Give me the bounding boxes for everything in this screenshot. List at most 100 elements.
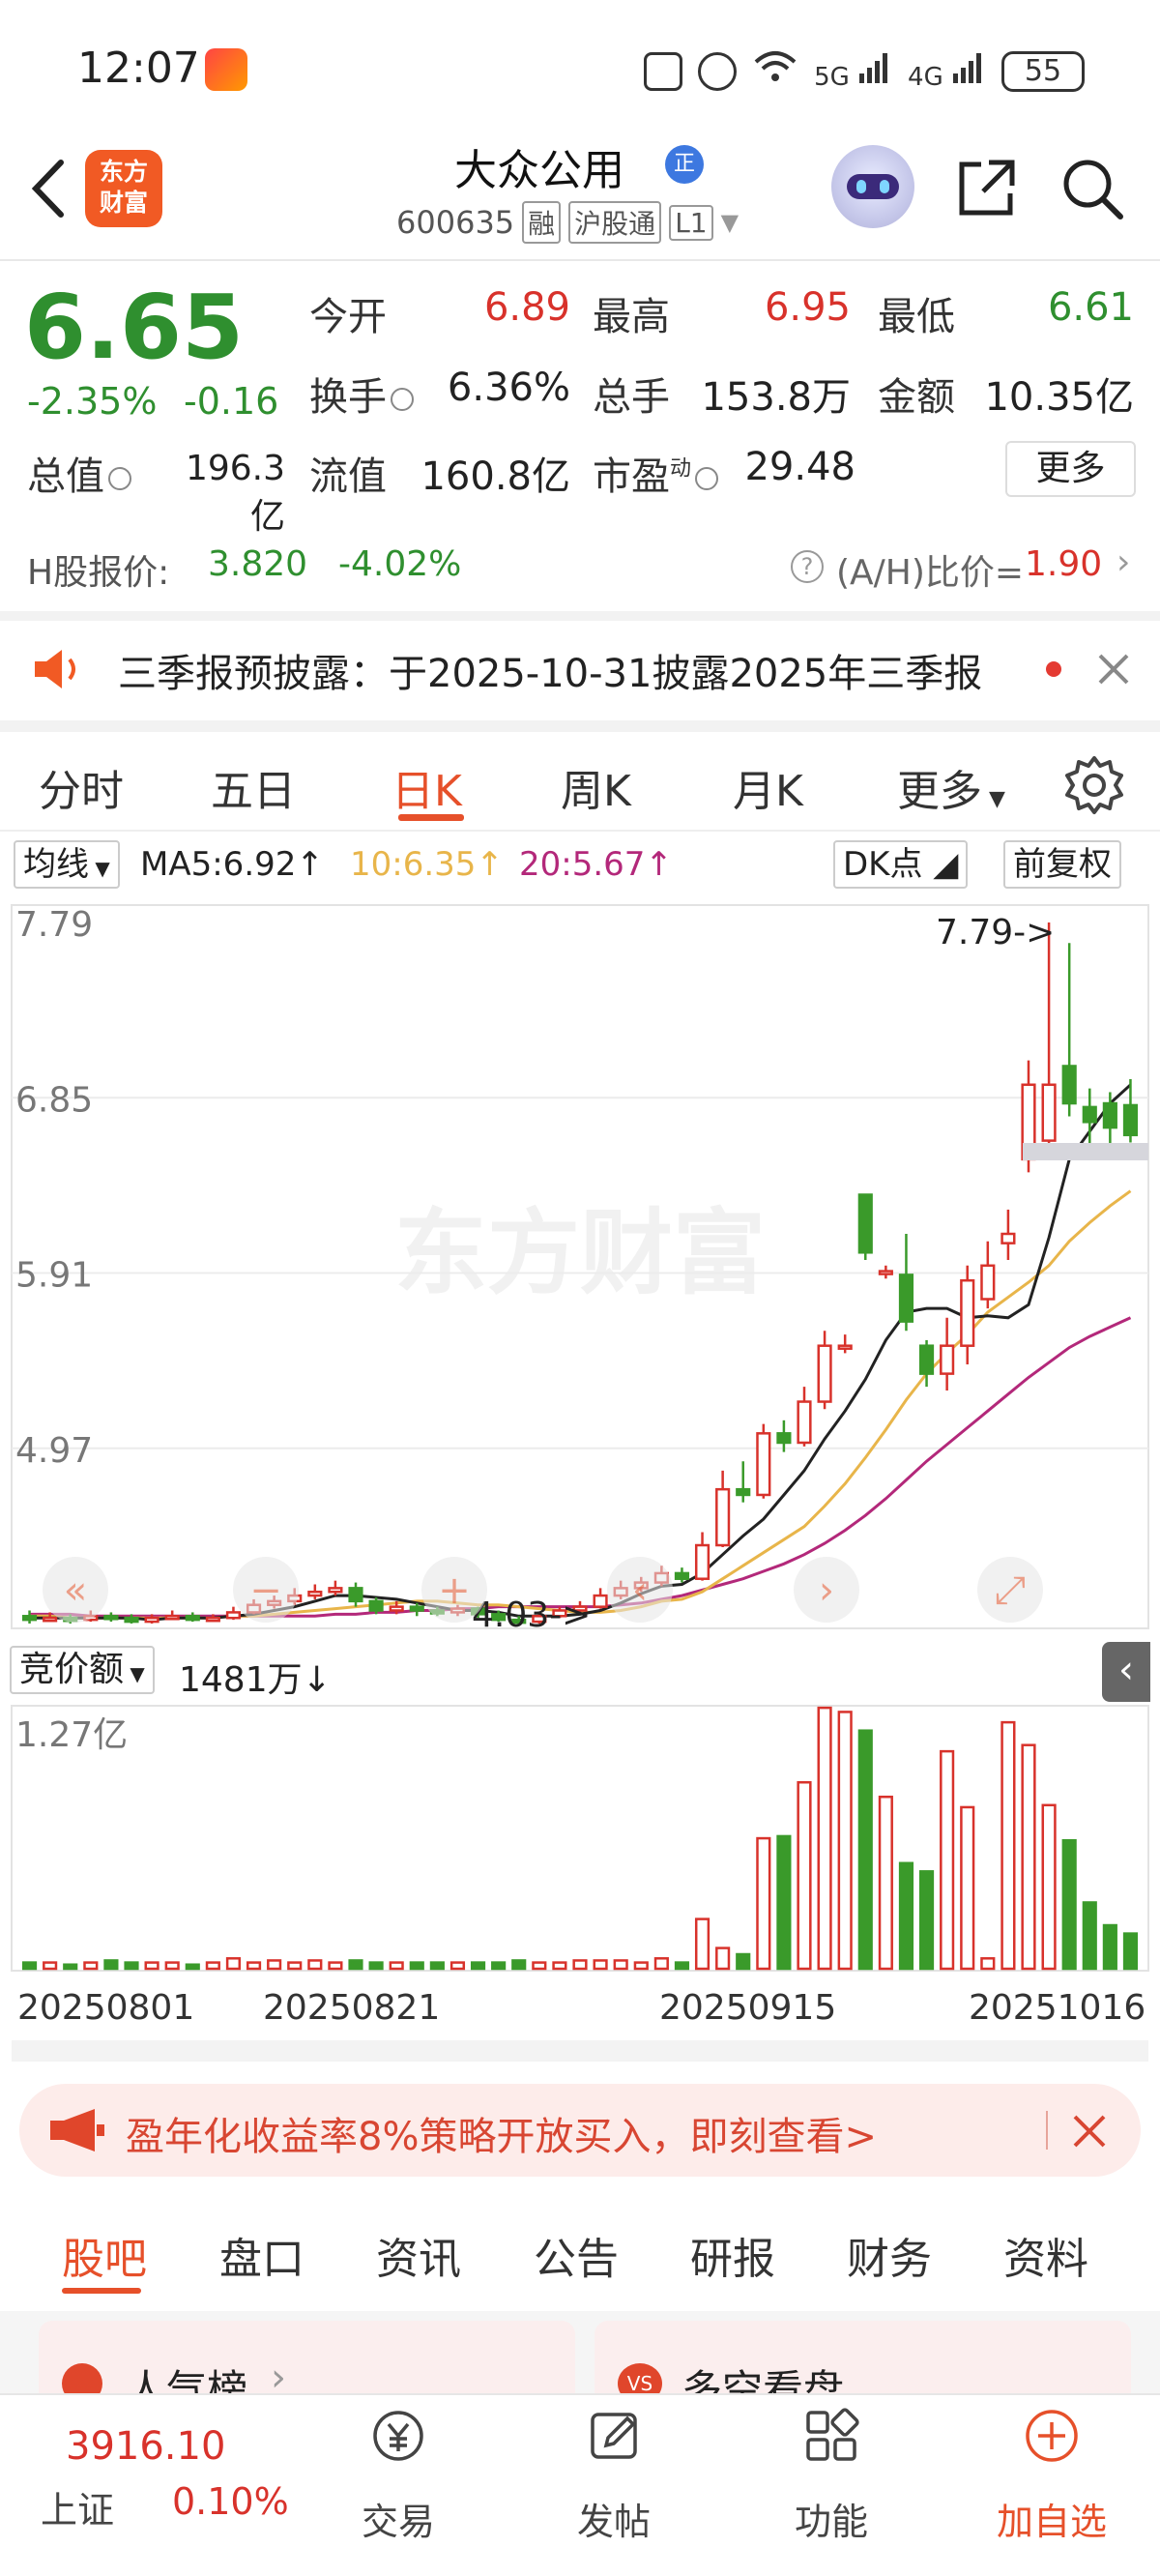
pe-superscript: 动 bbox=[670, 456, 692, 482]
notice-bar[interactable]: 三季报预披露：于2025-10-31披露2025年三季报 bbox=[0, 621, 1160, 717]
nav-add-watchlist[interactable]: 加自选 bbox=[955, 2395, 1148, 2576]
tab-five-day[interactable]: 五日 bbox=[211, 756, 296, 818]
volume-bar bbox=[980, 1957, 996, 1971]
volume-bar bbox=[511, 1959, 527, 1971]
info-icon[interactable] bbox=[108, 467, 131, 490]
adjust-mode-button[interactable]: 前复权 bbox=[1003, 840, 1121, 889]
scroll-right-icon[interactable]: › bbox=[794, 1557, 859, 1623]
tab-weekly-k[interactable]: 周K bbox=[561, 756, 631, 818]
min-price-annotation: 4.03-> bbox=[472, 1595, 591, 1635]
tab-announcements[interactable]: 公告 bbox=[534, 2224, 619, 2286]
x-tick-label: 20251016 bbox=[969, 1988, 1146, 2028]
ma-indicator-select[interactable]: 均线 ▼ bbox=[14, 840, 120, 889]
candle bbox=[837, 1334, 853, 1354]
turnover-label: 换手 bbox=[309, 366, 418, 422]
tab-news[interactable]: 资讯 bbox=[376, 2224, 461, 2286]
back-arrow-icon[interactable] bbox=[24, 155, 72, 222]
close-icon[interactable] bbox=[1094, 650, 1133, 688]
candle-body bbox=[878, 1270, 893, 1275]
share-icon[interactable] bbox=[952, 155, 1020, 222]
candle bbox=[1061, 943, 1077, 1117]
tab-intraday[interactable]: 分时 bbox=[39, 756, 124, 818]
low-label: 最低 bbox=[878, 295, 955, 339]
scroll-left-icon[interactable]: ‹ bbox=[607, 1557, 673, 1623]
dropdown-caret-icon[interactable]: ▼ bbox=[721, 209, 739, 236]
market-index-widget[interactable]: 3916.10 上证 0.10% bbox=[0, 2395, 319, 2576]
candle-body bbox=[205, 1616, 220, 1623]
candle bbox=[674, 1567, 690, 1583]
scroll-start-icon[interactable]: « bbox=[43, 1557, 108, 1623]
period-tabs: 分时 五日 日K 周K 月K 更多 ▼ bbox=[0, 735, 1160, 832]
collapse-panel-button[interactable]: ‹ bbox=[1102, 1642, 1150, 1702]
candle-body bbox=[593, 1594, 608, 1608]
volume-chart[interactable]: 1.27亿 bbox=[0, 1702, 1160, 1982]
tab-forum[interactable]: 股吧 bbox=[62, 2224, 147, 2286]
ah-ratio-value: 1.90 bbox=[1025, 544, 1103, 584]
tab-daily-k[interactable]: 日K bbox=[392, 756, 462, 818]
volume-bar bbox=[246, 1961, 262, 1971]
mktcap-label-text: 总值 bbox=[27, 454, 104, 499]
tab-research[interactable]: 研报 bbox=[690, 2224, 775, 2286]
nfc-icon bbox=[644, 51, 683, 91]
edit-pencil-icon bbox=[591, 2413, 637, 2459]
tab-monthly-k[interactable]: 月K bbox=[733, 756, 803, 818]
candle-body bbox=[1122, 1103, 1139, 1137]
help-icon[interactable]: ? bbox=[791, 550, 824, 583]
info-icon[interactable] bbox=[391, 388, 414, 411]
ai-assistant-icon[interactable] bbox=[831, 145, 914, 228]
hshare-row[interactable]: H股报价: 3.820 -4.02% ? (A/H)比价= 1.90 › bbox=[0, 537, 1160, 595]
volume-bar bbox=[613, 1959, 628, 1971]
close-icon[interactable] bbox=[1056, 2097, 1123, 2165]
signal-4g-icon: 4G bbox=[908, 50, 986, 92]
nav-post[interactable]: 发帖 bbox=[517, 2395, 710, 2576]
candle-body bbox=[694, 1543, 710, 1580]
volume-bar bbox=[918, 1870, 935, 1971]
candle bbox=[348, 1582, 363, 1607]
tab-more[interactable]: 更多 ▼ bbox=[897, 756, 1005, 818]
chart-scroll-track[interactable] bbox=[12, 2040, 1148, 2062]
volume-bar bbox=[1102, 1923, 1117, 1971]
zoom-out-icon[interactable]: − bbox=[233, 1557, 299, 1623]
tab-order-book[interactable]: 盘口 bbox=[219, 2224, 304, 2286]
nav-trade[interactable]: 交易 bbox=[302, 2395, 495, 2576]
amount-label: 金额 bbox=[878, 375, 955, 420]
stock-code: 600635 bbox=[396, 204, 515, 241]
alarm-icon bbox=[698, 51, 738, 91]
candle-body bbox=[1000, 1232, 1016, 1244]
float-label: 流值 bbox=[309, 454, 387, 499]
candle-body bbox=[837, 1344, 853, 1350]
ma10-value: 10:6.35↑ bbox=[350, 845, 504, 884]
zoom-in-icon[interactable]: + bbox=[421, 1557, 487, 1623]
kline-chart[interactable]: 东方财富 7.79 6.85 5.91 4.97 7.79-> 4.03-> « − + ‹ › ⤢ bbox=[0, 893, 1160, 1640]
active-tab-indicator bbox=[398, 814, 464, 821]
change-percent: -2.35% bbox=[27, 380, 158, 423]
status-time: 12:07 bbox=[77, 44, 200, 93]
fullscreen-icon[interactable]: ⤢ bbox=[977, 1557, 1043, 1623]
candle bbox=[593, 1588, 608, 1609]
ma-indicator-label: 均线 bbox=[23, 845, 89, 884]
hshare-change: -4.02% bbox=[338, 544, 462, 584]
promo-banner[interactable]: 盈年化收益率8%策略开放买入，即刻查看> bbox=[19, 2084, 1141, 2177]
settings-gear-icon[interactable] bbox=[1063, 754, 1125, 816]
candle-body bbox=[918, 1344, 935, 1375]
header-divider bbox=[0, 259, 1160, 261]
tab-financials[interactable]: 财务 bbox=[847, 2224, 932, 2286]
candle bbox=[1041, 922, 1057, 1155]
volume-bar bbox=[674, 1961, 690, 1971]
volume-bar bbox=[103, 1959, 119, 1971]
more-button[interactable]: 更多 bbox=[1005, 441, 1136, 497]
dk-point-button[interactable]: DK点 ◢ bbox=[833, 840, 969, 889]
search-icon[interactable] bbox=[1058, 155, 1126, 222]
volume-indicator-select[interactable]: 竞价额 ▼ bbox=[10, 1646, 155, 1694]
x-tick-label: 20250915 bbox=[659, 1988, 837, 2028]
feature-cards: 人气榜 › VS 多空看盘 bbox=[0, 2311, 1160, 2414]
volume-bar bbox=[1021, 1743, 1036, 1971]
index-value: 3916.10 bbox=[66, 2424, 226, 2469]
app-logo: 东方 财富 bbox=[85, 150, 162, 227]
info-icon[interactable] bbox=[695, 467, 719, 490]
hshare-label: H股报价: bbox=[27, 553, 170, 593]
nav-functions[interactable]: 功能 bbox=[735, 2395, 928, 2576]
candle-body bbox=[144, 1616, 160, 1624]
tab-profile[interactable]: 资料 bbox=[1003, 2224, 1088, 2286]
candle bbox=[857, 1193, 873, 1261]
